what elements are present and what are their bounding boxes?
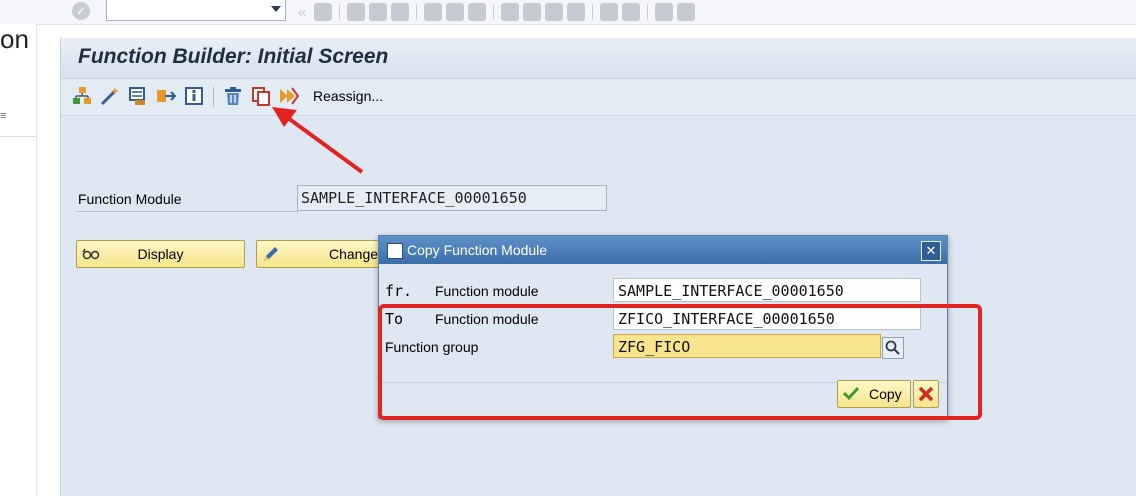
dialog-title: Copy Function Module — [407, 242, 548, 258]
close-x-icon[interactable]: ✕ — [921, 241, 941, 261]
from-prefix: fr. — [385, 282, 413, 300]
window-icon — [387, 243, 403, 259]
dialog-title-bar: Copy Function Module ✕ — [379, 236, 947, 264]
from-function-module-field[interactable]: SAMPLE_INTERFACE_00001650 — [613, 278, 921, 302]
from-function-module-label: Function module — [435, 283, 539, 299]
annotation-highlight-box — [378, 304, 982, 420]
